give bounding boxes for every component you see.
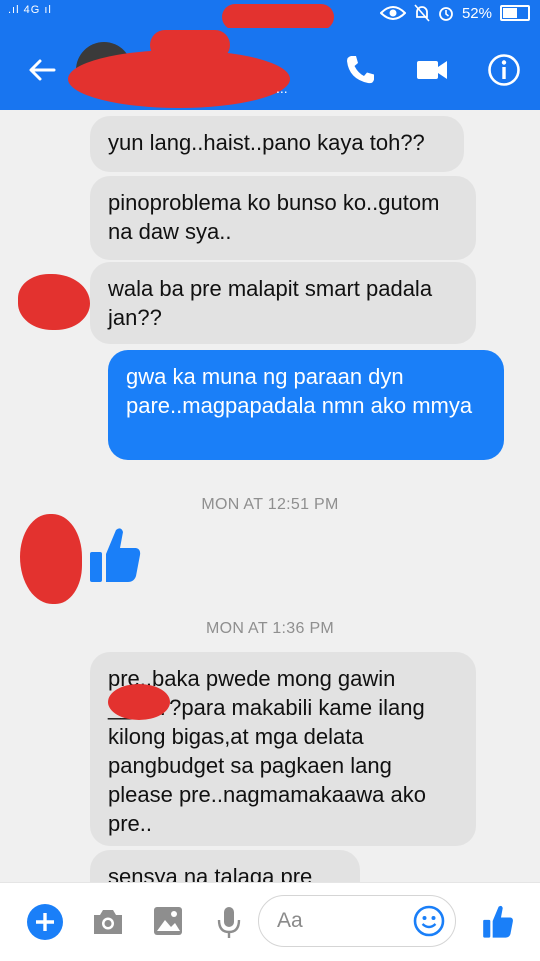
alarm-icon <box>439 7 453 21</box>
emoji-icon[interactable] <box>413 905 445 937</box>
timestamp: MON AT 12:51 PM <box>201 496 339 513</box>
contact-avatar-small[interactable] <box>20 514 82 604</box>
battery-icon <box>500 5 530 21</box>
microphone-icon[interactable] <box>216 905 242 939</box>
message-bubble-incoming[interactable]: yun lang..haist..pano kaya toh?? <box>90 116 464 172</box>
message-bubble-incoming[interactable]: pre..baka pwede mong gawin ___a??para ma… <box>90 652 476 846</box>
message-bubble-incoming[interactable]: sensya na talaga pre <box>90 850 360 882</box>
image-icon[interactable] <box>152 905 184 937</box>
message-list[interactable]: yun lang..haist..pano kaya toh?? pinopro… <box>0 110 540 882</box>
back-arrow-icon[interactable] <box>26 54 58 86</box>
camera-icon[interactable] <box>91 907 125 937</box>
battery-percent: 52% <box>461 4 492 22</box>
contact-status: ... <box>276 80 288 96</box>
status-right: 52% <box>379 4 530 22</box>
message-bubble-incoming[interactable]: wala ba pre malapit smart padala jan?? <box>90 262 476 344</box>
redaction-mark <box>222 4 334 30</box>
composer-bar: Aa <box>0 882 540 961</box>
like-thumb-icon[interactable] <box>482 903 514 939</box>
bell-off-icon <box>414 4 430 22</box>
contact-avatar-small[interactable] <box>18 274 90 330</box>
message-bubble-incoming[interactable]: pinoproblema ko bunso ko..gutom na daw s… <box>90 176 476 260</box>
redaction-mark <box>108 684 170 720</box>
status-bar: .ıl 4G ıl 52% <box>0 0 540 30</box>
contact-name-redaction <box>150 30 230 60</box>
eye-icon <box>379 6 406 20</box>
phone-icon[interactable] <box>342 52 378 88</box>
timestamp: MON AT 1:36 PM <box>205 620 335 637</box>
message-bubble-outgoing[interactable]: gwa ka muna ng paraan dyn pare..magpapad… <box>108 350 504 460</box>
like-thumb-icon[interactable] <box>88 524 142 584</box>
info-icon[interactable] <box>486 52 522 88</box>
conversation-header: ... <box>0 28 540 110</box>
plus-icon[interactable] <box>26 903 64 941</box>
signal-indicator: .ıl 4G ıl <box>8 4 52 16</box>
video-camera-icon[interactable] <box>414 52 450 88</box>
message-input-placeholder: Aa <box>277 909 303 932</box>
